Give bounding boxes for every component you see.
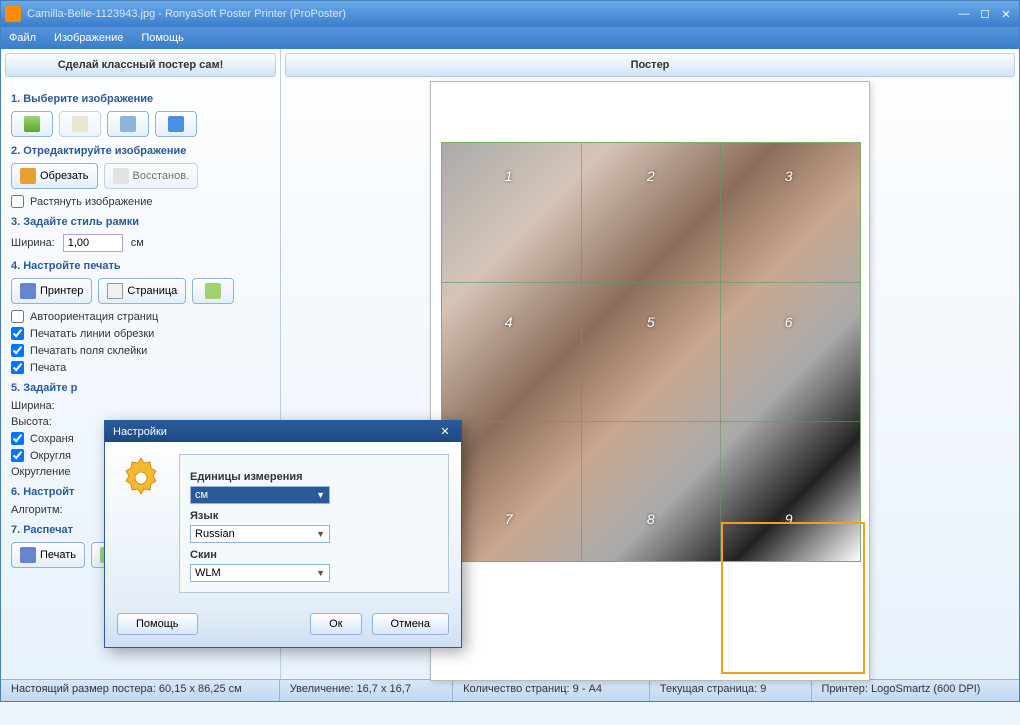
selected-tile[interactable] (721, 522, 865, 674)
rounding-label: Округление (11, 466, 71, 478)
page-icon (107, 283, 123, 299)
border-width-input[interactable] (63, 234, 123, 252)
units-label: Единицы измерения (190, 471, 438, 483)
dialog-cancel-button[interactable]: Отмена (372, 613, 449, 635)
language-label: Язык (190, 510, 438, 522)
step2-label: 2. Отредактируйте изображение (11, 145, 270, 157)
dialog-help-button[interactable]: Помощь (117, 613, 198, 635)
skin-select[interactable]: WLM▼ (190, 564, 330, 582)
open-image-button[interactable] (11, 111, 53, 137)
app-icon (5, 6, 21, 22)
print-icon (20, 547, 36, 563)
printer-button[interactable]: Принтер (11, 278, 92, 304)
units-select[interactable]: см▼ (190, 486, 330, 504)
restore-button[interactable]: Восстанов. (104, 163, 199, 189)
printnumbers-checkbox[interactable]: Печата (11, 361, 270, 374)
poster-image: 1 2 3 4 5 6 7 8 9 (441, 142, 861, 562)
maximize-button[interactable]: ☐ (976, 6, 994, 22)
external-icon (168, 116, 184, 132)
dialog-ok-button[interactable]: Ок (310, 613, 361, 635)
restore-icon (113, 168, 129, 184)
menu-help[interactable]: Помощь (141, 32, 184, 44)
status-printer: Принтер: LogoSmartz (600 DPI) (812, 680, 1019, 701)
menu-file[interactable]: Файл (9, 32, 36, 44)
algorithm-label: Алгоритм: (11, 504, 63, 516)
tile-number: 5 (647, 314, 655, 330)
tile-number: 1 (505, 168, 513, 184)
tile-number: 8 (647, 511, 655, 527)
menu-image[interactable]: Изображение (54, 32, 123, 44)
scan-icon (120, 116, 136, 132)
paste-icon (72, 116, 88, 132)
chevron-down-icon: ▼ (316, 568, 325, 578)
close-button[interactable]: ✕ (997, 6, 1015, 22)
poster-width-label: Ширина: (11, 400, 55, 412)
print-button[interactable]: Печать (11, 542, 85, 568)
minimize-button[interactable]: — (955, 6, 973, 22)
cutlines-checkbox[interactable]: Печатать линии обрезки (11, 327, 270, 340)
scan-button[interactable] (107, 111, 149, 137)
page-button[interactable]: Страница (98, 278, 186, 304)
paste-button[interactable] (59, 111, 101, 137)
menubar: Файл Изображение Помощь (1, 27, 1019, 49)
step1-label: 1. Выберите изображение (11, 93, 270, 105)
poster-height-label: Высота: (11, 416, 52, 428)
step5-label: 5. Задайте р (11, 382, 270, 394)
status-zoom: Увеличение: 16,7 x 16,7 (280, 680, 453, 701)
open-icon (24, 116, 40, 132)
step4-label: 4. Настройте печать (11, 260, 270, 272)
tile-number: 2 (647, 168, 655, 184)
status-poster-size: Настоящий размер постера: 60,15 x 86,25 … (1, 680, 280, 701)
gear-icon (117, 454, 165, 502)
right-header: Постер (285, 53, 1015, 77)
status-current-page: Текущая страница: 9 (650, 680, 812, 701)
language-select[interactable]: Russian▼ (190, 525, 330, 543)
border-width-label: Ширина: (11, 237, 55, 249)
window-title: Camilla-Belle-1123943.jpg - RonyaSoft Po… (27, 8, 952, 20)
chevron-down-icon: ▼ (316, 529, 325, 539)
tile-number: 7 (505, 511, 513, 527)
gluefields-checkbox[interactable]: Печатать поля склейки (11, 344, 270, 357)
printer-icon (20, 283, 36, 299)
titlebar: Camilla-Belle-1123943.jpg - RonyaSoft Po… (1, 1, 1019, 27)
stretch-checkbox[interactable]: Растянуть изображение (11, 195, 270, 208)
settings-dialog: Настройки ✕ Единицы измерения см▼ Язык R… (104, 420, 462, 648)
step3-label: 3. Задайте стиль рамки (11, 216, 270, 228)
dialog-title: Настройки (113, 426, 167, 438)
tile-number: 4 (505, 314, 513, 330)
left-header: Сделай классный постер сам! (5, 53, 276, 77)
auto-orient-checkbox[interactable]: Автоориентация страниц (11, 310, 270, 323)
poster: 1 2 3 4 5 6 7 8 9 (430, 81, 870, 681)
tile-number: 6 (785, 314, 793, 330)
status-page-count: Количество страниц: 9 - A4 (453, 680, 650, 701)
dialog-close-button[interactable]: ✕ (437, 425, 453, 438)
skin-label: Скин (190, 549, 438, 561)
statusbar: Настоящий размер постера: 60,15 x 86,25 … (1, 679, 1019, 701)
crop-icon (20, 168, 36, 184)
crop-button[interactable]: Обрезать (11, 163, 98, 189)
page-setup-icon (205, 283, 221, 299)
tile-number: 3 (785, 168, 793, 184)
border-width-unit: см (131, 237, 144, 249)
external-button[interactable] (155, 111, 197, 137)
chevron-down-icon: ▼ (316, 490, 325, 500)
dialog-titlebar: Настройки ✕ (105, 421, 461, 442)
page-setup-button[interactable] (192, 278, 234, 304)
